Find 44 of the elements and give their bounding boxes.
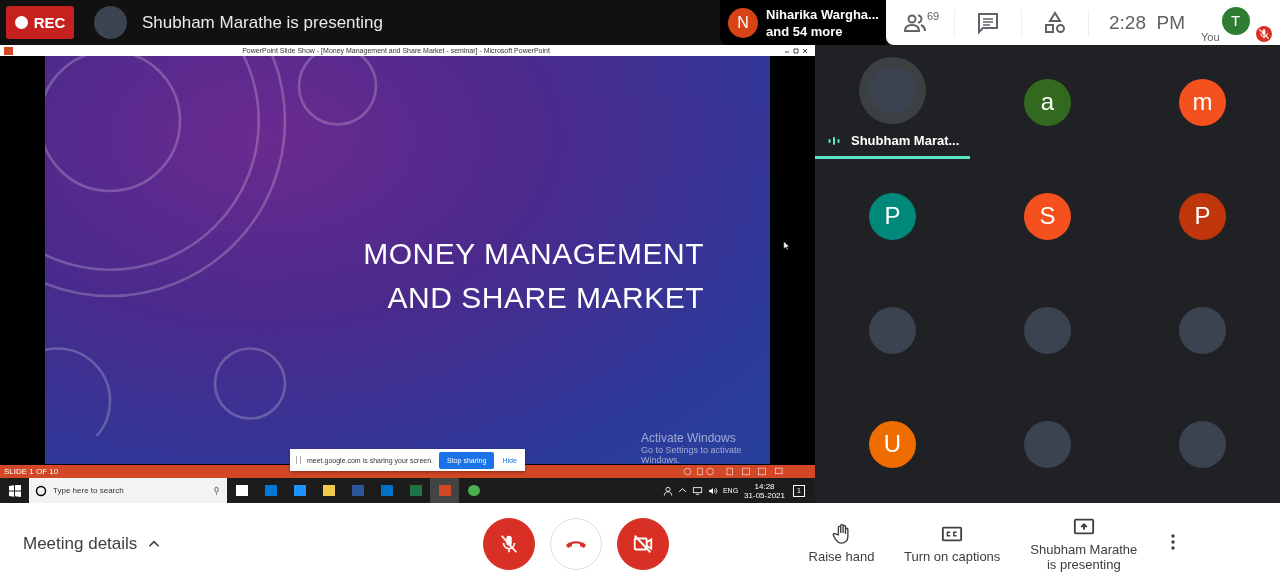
volume-icon[interactable] — [707, 485, 718, 496]
microphone-button[interactable] — [483, 517, 535, 570]
participants-preview[interactable]: N Niharika Wargha... and 54 more — [720, 0, 886, 45]
clock-time: 2:28 PM — [1109, 11, 1186, 34]
raise-hand-button[interactable]: Raise hand — [809, 523, 874, 564]
avatar: N — [728, 7, 758, 38]
person-icon[interactable] — [662, 485, 673, 496]
avatar: T — [1221, 6, 1250, 35]
chat-icon — [976, 10, 1000, 35]
microphone-icon — [212, 485, 221, 496]
participant-name: Niharika Wargha... — [766, 5, 879, 23]
slide-title: MONEY MANAGEMENT AND SHARE MARKET — [363, 236, 704, 316]
audio-level-icon — [827, 134, 841, 147]
avatar: S — [1024, 192, 1071, 240]
avatar-photo — [94, 6, 127, 39]
recording-badge: REC — [6, 6, 74, 39]
windows-start-icon[interactable] — [9, 484, 21, 497]
activate-windows-notice: Activate Windows Go to Settings to activate Windows. — [641, 431, 743, 464]
participant-name: Shubham Marat... — [851, 133, 960, 148]
avatar: P — [1179, 192, 1226, 240]
presenter-title: Shubham Marathe is presenting — [142, 12, 383, 33]
avatar: P — [869, 192, 916, 240]
people-button[interactable]: 69 — [888, 10, 954, 35]
slide-counter: SLIDE 1 OF 10 — [4, 467, 59, 476]
phone-hang-up-icon — [564, 538, 588, 549]
self-label: You — [1201, 30, 1220, 43]
captions-button[interactable]: Turn on captions — [904, 523, 1001, 564]
shapes-icon — [1043, 10, 1067, 35]
camera-off-icon — [632, 532, 654, 555]
presenting-button[interactable]: Shubham Marathe is presenting — [1030, 515, 1138, 572]
avatar: a — [1024, 78, 1071, 126]
avatar: U — [869, 420, 916, 468]
taskbar-search-field[interactable]: Type here to search — [29, 478, 227, 503]
taskbar-clock[interactable]: 14:28 31-05-2021 — [744, 481, 785, 500]
more-count: and 54 more — [766, 22, 844, 40]
avatar: m — [1179, 78, 1226, 126]
cursor-icon — [783, 239, 792, 252]
meeting-details-button[interactable]: Meeting details — [23, 533, 483, 554]
camera-button[interactable] — [617, 517, 669, 570]
chevron-up-icon[interactable] — [677, 486, 687, 495]
microphone-off-icon — [498, 532, 520, 555]
more-vert-icon — [1171, 534, 1176, 550]
search-icon — [35, 484, 47, 497]
network-icon[interactable] — [691, 485, 703, 496]
